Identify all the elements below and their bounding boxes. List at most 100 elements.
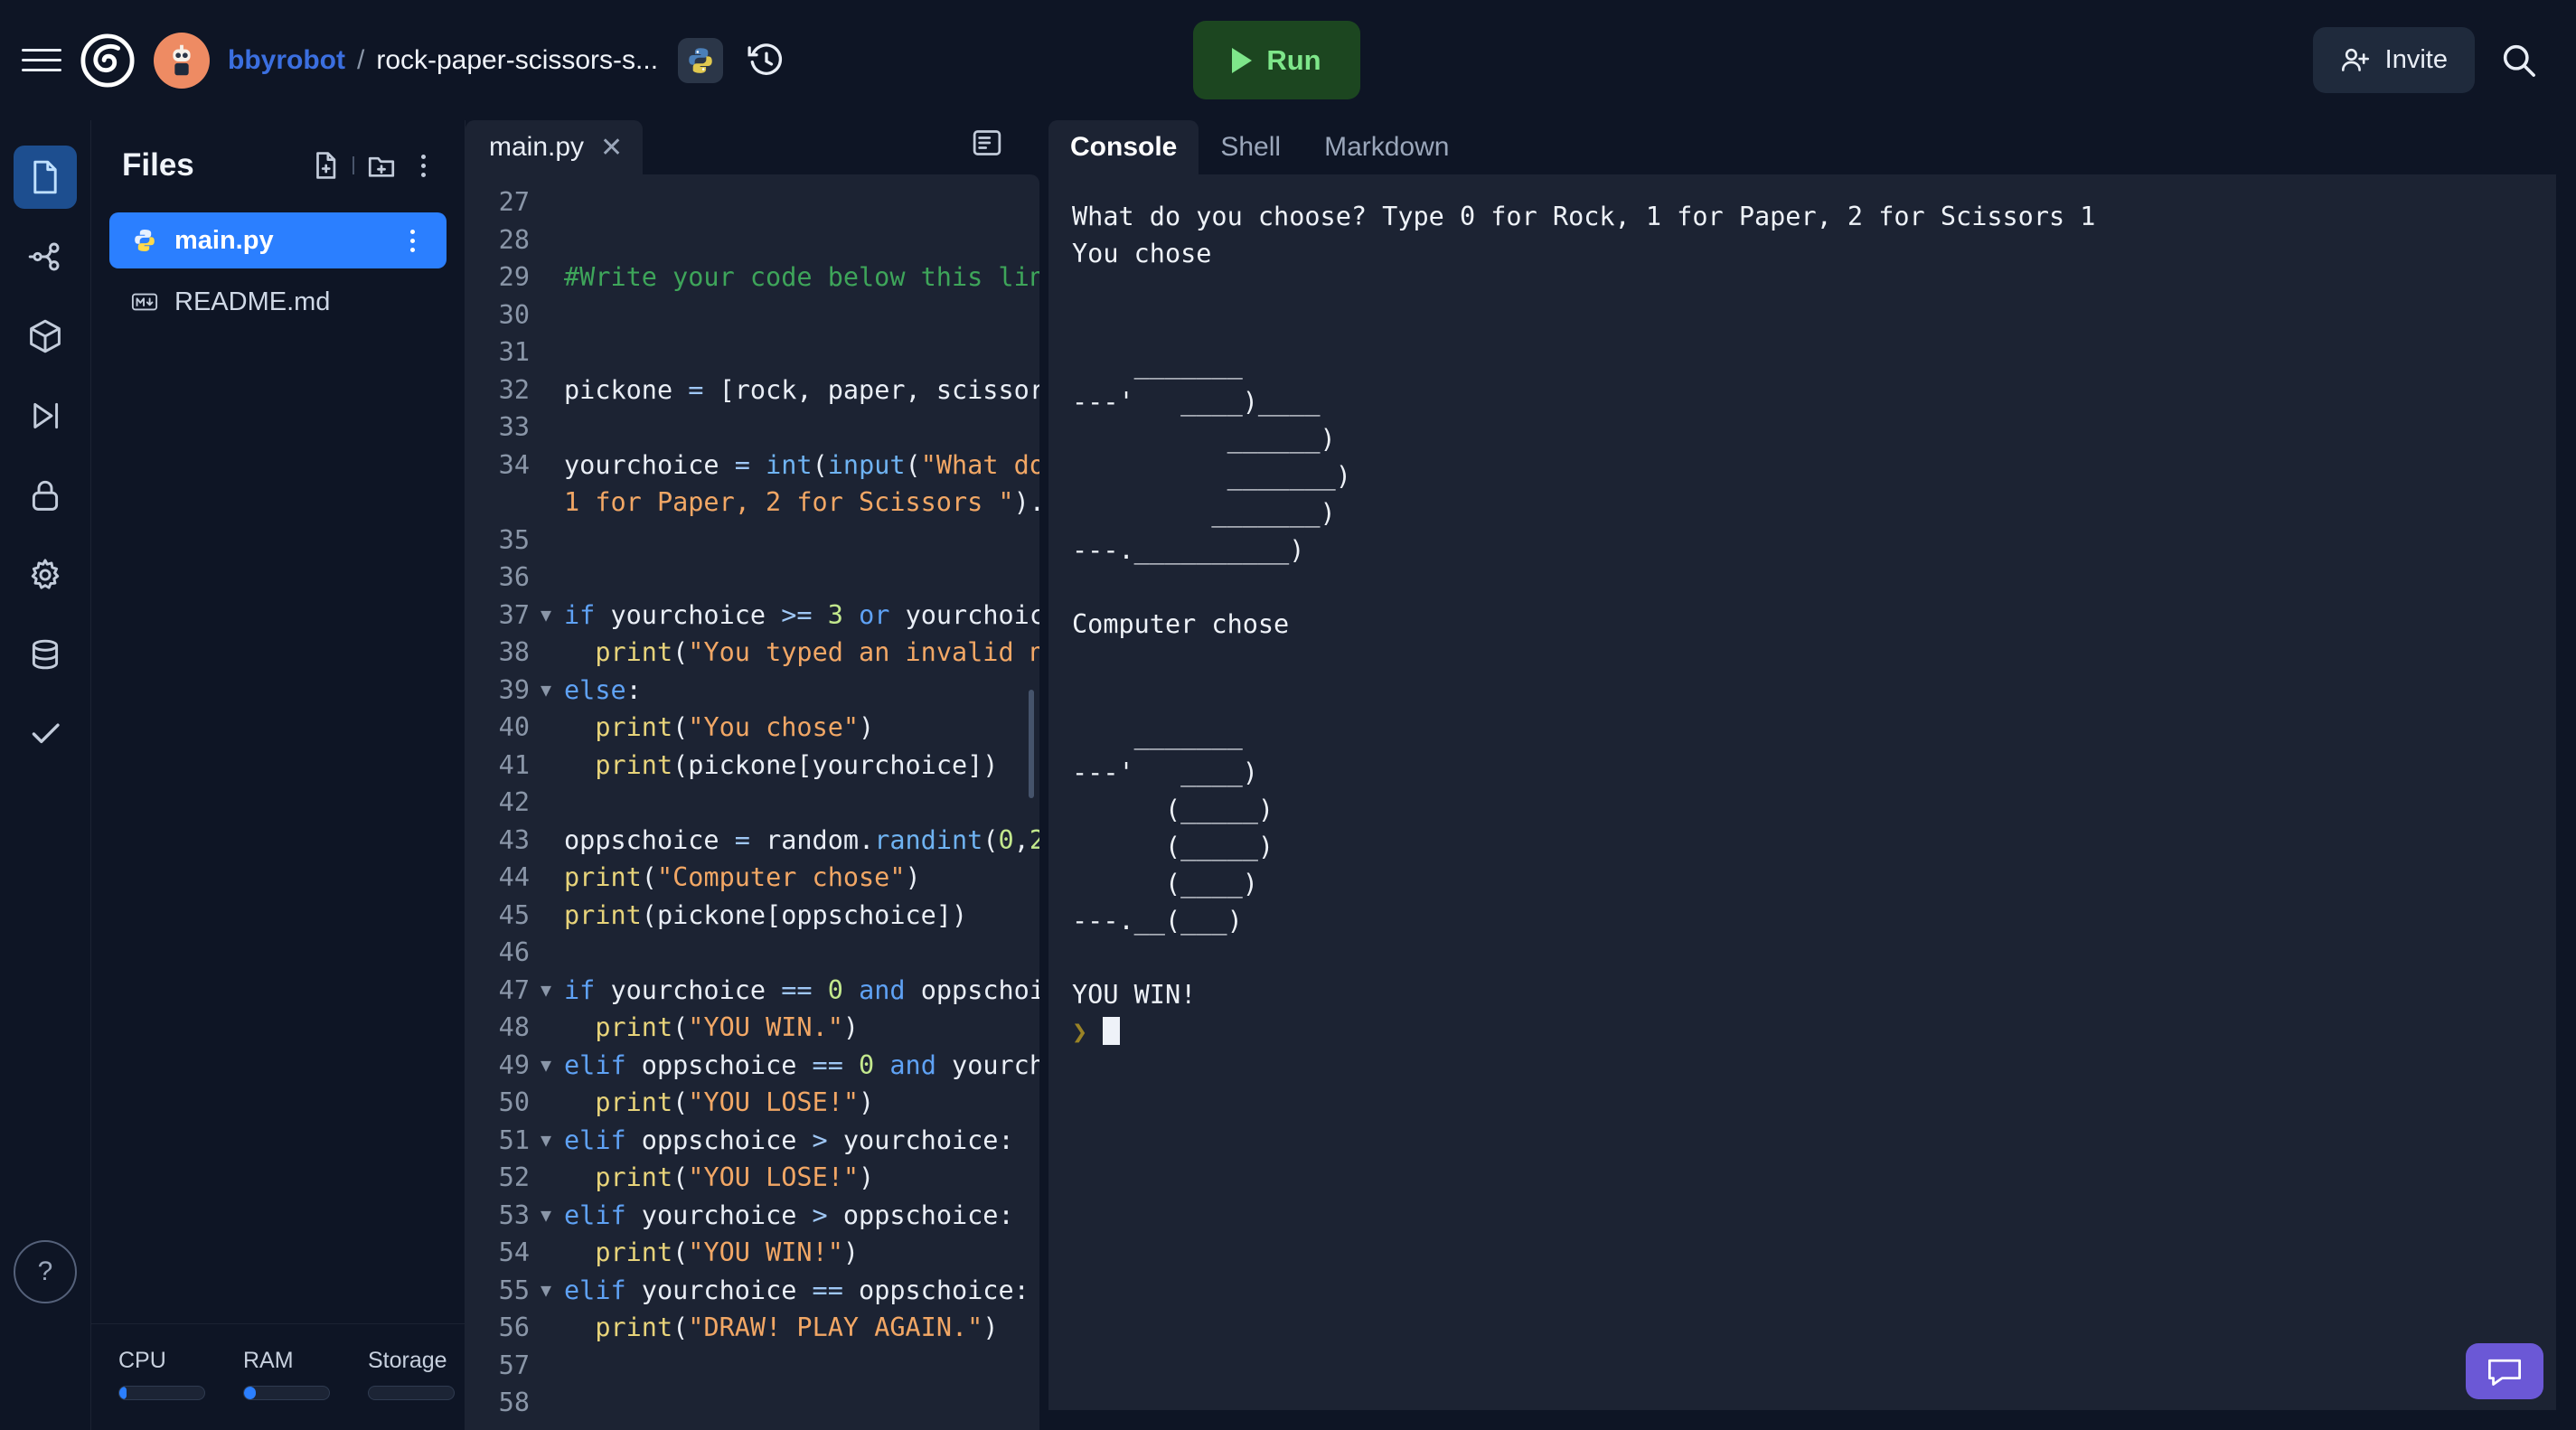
breadcrumb-repl-name[interactable]: rock-paper-scissors-s...	[376, 45, 658, 76]
invite-button[interactable]: Invite	[2312, 27, 2475, 93]
close-icon[interactable]: ✕	[600, 132, 623, 164]
fold-arrow-icon[interactable]: ▼	[533, 597, 559, 635]
code-line[interactable]: 29 #Write your code below this line 👇	[465, 259, 1039, 296]
code-line[interactable]: 41 print(pickone[yourchoice])	[465, 747, 1039, 785]
line-text	[559, 409, 1039, 447]
code-line[interactable]: 38 print("You typed an invalid number, Y…	[465, 634, 1039, 672]
fold-arrow-icon	[533, 447, 559, 485]
files-more-icon[interactable]	[403, 144, 443, 187]
main-body: ? Files main.py README.md CPU RAM Storag…	[0, 120, 2576, 1430]
help-icon[interactable]: ?	[14, 1240, 77, 1303]
breadcrumb-username[interactable]: bbyrobot	[228, 45, 345, 76]
code-line[interactable]: 42	[465, 784, 1039, 822]
line-text	[559, 784, 1039, 822]
fold-arrow-icon[interactable]: ▼	[533, 1197, 559, 1235]
code-line[interactable]: 35	[465, 522, 1039, 560]
file-item-label: README.md	[174, 287, 331, 316]
top-bar-right-actions: Invite	[2312, 0, 2552, 120]
fold-arrow-icon[interactable]: ▼	[533, 1122, 559, 1160]
code-line[interactable]: 32 pickone = [rock, paper, scissors]	[465, 372, 1039, 409]
code-line[interactable]: 57	[465, 1347, 1039, 1385]
code-line[interactable]: 56 print("DRAW! PLAY AGAIN.")	[465, 1309, 1039, 1347]
search-icon[interactable]	[2486, 27, 2552, 94]
fold-arrow-icon	[533, 709, 559, 747]
files-title: Files	[122, 147, 194, 183]
code-line[interactable]: 30	[465, 296, 1039, 334]
history-clock-icon[interactable]	[745, 39, 788, 82]
file-item-label: main.py	[174, 225, 274, 255]
replit-ide: bbyrobot / rock-paper-scissors-s... Run	[0, 0, 2576, 1430]
user-avatar[interactable]	[154, 32, 210, 89]
console-tab-shell[interactable]: Shell	[1199, 120, 1302, 174]
sidebar-item-deployments[interactable]	[14, 384, 77, 447]
line-number: 40	[498, 712, 530, 742]
code-line[interactable]: 55 ▼ elif yourchoice == oppschoice:	[465, 1272, 1039, 1310]
hamburger-menu-icon[interactable]	[16, 35, 67, 86]
storage-meter[interactable]: Storage	[368, 1348, 455, 1400]
fold-arrow-icon[interactable]: ▼	[533, 1272, 559, 1310]
console-output[interactable]: What do you choose? Type 0 for Rock, 1 f…	[1048, 174, 2556, 1410]
sidebar-rail: ?	[0, 120, 90, 1430]
sidebar-item-secrets[interactable]	[14, 464, 77, 527]
sidebar-item-checks[interactable]	[14, 702, 77, 766]
line-number: 44	[498, 862, 530, 892]
code-line[interactable]: 36	[465, 559, 1039, 597]
code-editor[interactable]: 27 28 29 #Write your code below this line…	[465, 174, 1039, 1430]
editor-scrollbar[interactable]	[1029, 690, 1034, 798]
ram-meter[interactable]: RAM	[243, 1348, 330, 1400]
fold-arrow-icon[interactable]: ▼	[533, 972, 559, 1010]
sidebar-item-packages[interactable]	[14, 305, 77, 368]
console-tab-markdown[interactable]: Markdown	[1302, 120, 1471, 174]
line-text: print("DRAW! PLAY AGAIN.")	[595, 1312, 999, 1342]
code-line[interactable]: 54 print("YOU WIN!")	[465, 1234, 1039, 1272]
code-line[interactable]: 51 ▼ elif oppschoice > yourchoice:	[465, 1122, 1039, 1160]
line-text: 1 for Paper, 2 for Scissors ").lower())	[564, 487, 1039, 517]
cpu-meter[interactable]: CPU	[118, 1348, 205, 1400]
split-panel-icon[interactable]	[971, 127, 1003, 164]
line-text: print(pickone[oppschoice])	[564, 899, 968, 930]
new-folder-icon[interactable]	[360, 144, 403, 187]
editor-tabs: main.py ✕	[465, 120, 1039, 174]
code-line[interactable]: 45 print(pickone[oppschoice])	[465, 897, 1039, 935]
sidebar-item-settings[interactable]	[14, 543, 77, 607]
code-line[interactable]: 49▼elif oppschoice == 0 and yourchoice =…	[465, 1047, 1039, 1085]
code-line[interactable]: 40 print("You chose")	[465, 709, 1039, 747]
new-file-icon[interactable]	[304, 144, 347, 187]
code-line[interactable]: 37▼if yourchoice >= 3 or yourchoice < 0:	[465, 597, 1039, 635]
code-line[interactable]: 44 print("Computer chose")	[465, 859, 1039, 897]
console-tab-console[interactable]: Console	[1048, 120, 1199, 174]
code-line[interactable]: 53 ▼ elif yourchoice > oppschoice:	[465, 1197, 1039, 1235]
line-number: 46	[498, 937, 530, 967]
code-line[interactable]: 48 print("YOU WIN.")	[465, 1009, 1039, 1047]
run-button[interactable]: Run	[1193, 21, 1360, 99]
code-lines[interactable]: 27 28 29 #Write your code below this line…	[465, 183, 1039, 1422]
cpu-fill	[119, 1387, 127, 1399]
code-line[interactable]: 1 for Paper, 2 for Scissors ").lower())	[465, 484, 1039, 522]
code-line[interactable]: 58	[465, 1384, 1039, 1422]
code-line[interactable]: 33	[465, 409, 1039, 447]
code-line[interactable]: 28	[465, 221, 1039, 259]
line-number: 56	[498, 1312, 530, 1342]
fold-arrow-icon[interactable]: ▼	[533, 1047, 559, 1085]
replit-logo-icon[interactable]	[80, 33, 136, 89]
code-line[interactable]: 31	[465, 334, 1039, 372]
fold-arrow-icon[interactable]: ▼	[533, 672, 559, 710]
code-line[interactable]: 27	[465, 183, 1039, 221]
code-line[interactable]: 50 print("YOU LOSE!")	[465, 1084, 1039, 1122]
code-line[interactable]: 47▼if yourchoice == 0 and oppschoice == …	[465, 972, 1039, 1010]
code-line[interactable]: 39 ▼ else:	[465, 672, 1039, 710]
code-line[interactable]: 52 print("YOU LOSE!")	[465, 1159, 1039, 1197]
sidebar-item-files[interactable]	[14, 146, 77, 209]
chat-bubble-icon[interactable]	[2466, 1343, 2543, 1399]
code-line[interactable]: 43 oppschoice = random.randint(0,2)	[465, 822, 1039, 860]
fold-arrow-icon	[533, 334, 559, 372]
file-item-more-icon[interactable]	[392, 219, 432, 262]
file-item-main-py[interactable]: main.py	[109, 212, 447, 268]
tab-main-py[interactable]: main.py ✕	[465, 120, 644, 174]
sidebar-item-database[interactable]	[14, 623, 77, 686]
code-line[interactable]: 46	[465, 934, 1039, 972]
file-item-readme-md[interactable]: README.md	[109, 274, 447, 330]
line-text: print("YOU WIN!")	[595, 1237, 860, 1267]
sidebar-item-version-control[interactable]	[14, 225, 77, 288]
code-line[interactable]: 34 yourchoice = int(input("What do you ch…	[465, 447, 1039, 485]
